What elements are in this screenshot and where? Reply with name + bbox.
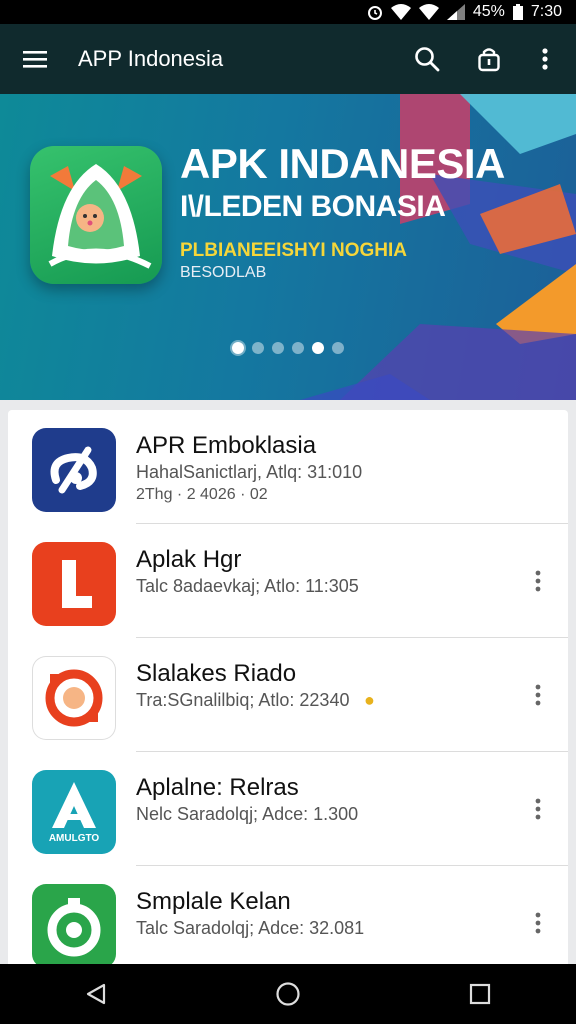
banner-small-text: BESODLAB — [180, 264, 267, 281]
swirl-logo-icon — [32, 428, 116, 512]
carousel-dot[interactable] — [232, 342, 244, 354]
app-name: Aplak Hgr — [136, 546, 242, 573]
more-vert-icon[interactable] — [526, 794, 550, 824]
wifi-icon — [390, 4, 411, 20]
back-icon[interactable] — [76, 974, 116, 1014]
app-meta: Tra:SGnalilbiq; Atlo: 22340 — [136, 690, 350, 710]
app-name: Smplale Kelan — [136, 888, 291, 915]
banner-subheadline: I\/LEDEN BONASIA — [180, 190, 446, 223]
app-name: Aplalne: Relras — [136, 774, 299, 801]
app-name: APR Emboklasia — [136, 432, 317, 459]
more-vert-icon[interactable] — [530, 44, 560, 74]
app-meta-secondary: 2Thg · 2 4026 · 02 — [136, 486, 268, 503]
list-item[interactable]: Aplak Hgr Talc 8adaevkaj; Atlo: 11:305 — [8, 524, 568, 638]
menu-icon[interactable] — [22, 46, 48, 72]
letter-l-icon — [32, 542, 116, 626]
battery-icon — [512, 4, 523, 20]
app-title: APP Indonesia — [78, 46, 224, 71]
battery-percent: 45% — [472, 3, 505, 20]
app-meta: Talc 8adaevkaj; Atlo: 11:305 — [136, 576, 359, 596]
signal-bars-icon — [446, 4, 465, 20]
more-vert-icon[interactable] — [526, 566, 550, 596]
app-bar: APP Indonesia — [0, 24, 576, 94]
system-nav-bar — [0, 964, 576, 1024]
app-meta: Nelc Saradolqj; Adce: 1.300 — [136, 804, 359, 824]
promo-banner[interactable]: APK INDANESIA I\/LEDEN BONASIA PLBIANEEI… — [0, 94, 576, 400]
letter-a-icon: AMULGTO — [32, 770, 116, 854]
recents-icon[interactable] — [460, 974, 500, 1014]
search-icon[interactable] — [412, 44, 442, 74]
carousel-dot[interactable] — [312, 342, 324, 354]
featured-app-logo — [30, 146, 162, 284]
carousel-dot[interactable] — [252, 342, 264, 354]
banner-tagline: PLBIANEEISHYI NOGHIA — [180, 240, 407, 261]
camera-lens-icon — [32, 656, 116, 740]
carousel-dot[interactable] — [272, 342, 284, 354]
carousel-indicator[interactable] — [232, 342, 344, 354]
more-vert-icon[interactable] — [526, 680, 550, 710]
alarm-icon — [367, 4, 383, 20]
status-bar: 45% 7:30 — [0, 0, 576, 24]
more-vert-icon[interactable] — [526, 908, 550, 938]
clock: 7:30 — [530, 3, 562, 20]
list-item[interactable]: Slalakes Riado Tra:SGnalilbiq; Atlo: 223… — [8, 638, 568, 752]
app-list: APR Emboklasia HahalSanictlarj, Atlq: 31… — [8, 410, 568, 970]
lock-icon[interactable] — [474, 44, 504, 74]
banner-headline: APK INDANESIA — [180, 140, 505, 187]
app-meta: HahalSanictlarj, Atlq: 31:010 — [136, 462, 363, 482]
app-name: Slalakes Riado — [136, 660, 297, 687]
emoji-icon: ● — [364, 690, 375, 710]
carousel-dot[interactable] — [292, 342, 304, 354]
carousel-dot[interactable] — [332, 342, 344, 354]
list-item[interactable]: AMULGTO Aplalne: Relras Nelc Saradolqj; … — [8, 752, 568, 866]
app-meta: Talc Saradolqj; Adce: 32.081 — [136, 918, 365, 938]
list-item[interactable]: APR Emboklasia HahalSanictlarj, Atlq: 31… — [8, 410, 568, 524]
ring-icon — [32, 884, 116, 968]
app-icon-label: AMULGTO — [48, 833, 100, 844]
list-item[interactable]: Smplale Kelan Talc Saradolqj; Adce: 32.0… — [8, 866, 568, 970]
home-icon[interactable] — [268, 974, 308, 1014]
signal-icon — [418, 4, 439, 20]
